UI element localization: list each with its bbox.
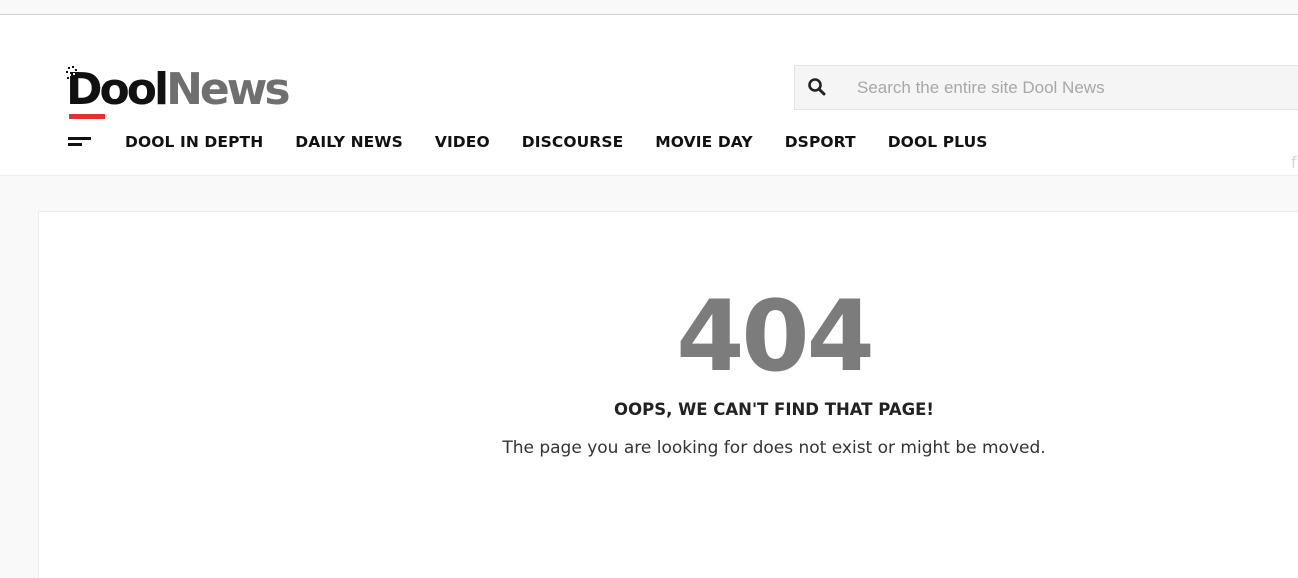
error-message: The page you are looking for does not ex… bbox=[502, 438, 1046, 458]
nav-item-video[interactable]: VIDEO bbox=[435, 131, 490, 153]
clipped-social-icon[interactable]: f bbox=[1291, 153, 1298, 171]
nav-item-dool-plus[interactable]: DOOL PLUS bbox=[888, 131, 988, 153]
logo-wordmark: DoolNews bbox=[66, 64, 291, 115]
main-navigation: DOOL IN DEPTH DAILY NEWS VIDEO DISCOURSE… bbox=[125, 131, 988, 153]
hamburger-menu-icon[interactable] bbox=[68, 136, 92, 150]
error-code: 404 bbox=[676, 280, 875, 394]
logo-pixel-dots-icon bbox=[66, 66, 77, 79]
nav-item-dsport[interactable]: DSPORT bbox=[785, 131, 856, 153]
nav-item-daily-news[interactable]: DAILY NEWS bbox=[295, 131, 403, 153]
nav-item-discourse[interactable]: DISCOURSE bbox=[522, 131, 624, 153]
site-header: DoolNews DOOL IN DEPTH DAILY NEWS VIDEO … bbox=[0, 15, 1298, 176]
error-title: OOPS, WE CAN'T FIND THAT PAGE! bbox=[614, 400, 934, 419]
nav-item-dool-in-depth[interactable]: DOOL IN DEPTH bbox=[125, 131, 263, 153]
error-card: 404 OOPS, WE CAN'T FIND THAT PAGE! The p… bbox=[38, 211, 1298, 578]
search-input[interactable] bbox=[857, 74, 1287, 102]
doolnews-logo[interactable]: DoolNews bbox=[66, 66, 336, 122]
search-icon[interactable] bbox=[807, 77, 827, 97]
logo-word-news: News bbox=[166, 64, 291, 115]
search-bar[interactable] bbox=[794, 65, 1298, 110]
logo-red-underline bbox=[69, 114, 105, 119]
nav-item-movie-day[interactable]: MOVIE DAY bbox=[655, 131, 752, 153]
